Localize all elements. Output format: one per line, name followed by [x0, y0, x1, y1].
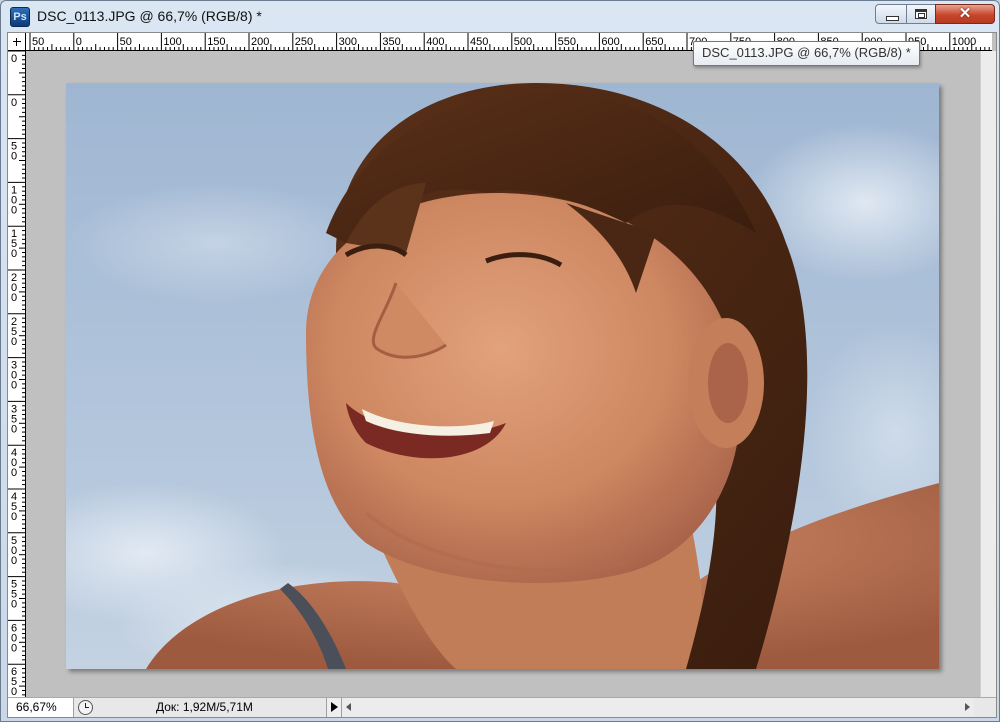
- ruler-label-digit: 0: [11, 423, 17, 435]
- ruler-label: 400: [426, 36, 444, 48]
- ruler-label-digit: 0: [11, 642, 17, 654]
- ruler-label: 650: [11, 666, 17, 697]
- photo-canvas[interactable]: [66, 83, 939, 669]
- ruler-label-digit: 0: [11, 336, 17, 348]
- ruler-label-digit: 0: [11, 380, 17, 392]
- ruler-label: 50: [32, 36, 44, 48]
- ruler-label: 450: [11, 491, 17, 523]
- scroll-left-arrow-icon[interactable]: [346, 703, 351, 711]
- ruler-label-digit: 0: [11, 555, 17, 567]
- ruler-label: 550: [11, 579, 17, 611]
- vertical-ruler[interactable]: 0050100150200250300350400450500550600650: [8, 51, 26, 697]
- document-window: Ps DSC_0113.JPG @ 66,7% (RGB/8) * ✕ 50 0 5…: [0, 0, 1000, 722]
- ruler-label: 150: [207, 36, 225, 48]
- clock-icon[interactable]: [78, 700, 93, 715]
- ruler-label: 50: [11, 141, 17, 163]
- ruler-label: 600: [11, 622, 17, 654]
- vertical-scrollbar[interactable]: [980, 51, 996, 697]
- restore-icon: [915, 9, 927, 19]
- minimize-icon: [886, 16, 899, 21]
- ruler-label: 400: [11, 447, 17, 479]
- ruler-label-digit: 0: [11, 204, 17, 216]
- ruler-label: 0: [76, 36, 82, 48]
- ruler-label: 150: [11, 228, 17, 260]
- document-area: 50 0 50 100 150 200 250 300 350 400 450 500 550 600 65…: [7, 32, 997, 718]
- ruler-label-digit: 0: [11, 97, 17, 109]
- ruler-label-digit: 0: [11, 53, 17, 65]
- ruler-label-digit: 0: [11, 599, 17, 611]
- ruler-label-digit: 0: [11, 467, 17, 479]
- minimize-button[interactable]: [875, 4, 907, 24]
- ruler-label: 200: [11, 272, 17, 304]
- ruler-label-digit: 0: [11, 151, 17, 163]
- photoshop-icon[interactable]: Ps: [10, 7, 30, 27]
- ruler-label: 300: [339, 36, 357, 48]
- document-size-info: Док: 1,92M/5,71M: [156, 700, 253, 714]
- ruler-label: 350: [11, 403, 17, 435]
- ruler-label-digit: 0: [11, 248, 17, 260]
- zoom-level-field[interactable]: 66,67%: [8, 698, 74, 717]
- ruler-label: 200: [251, 36, 269, 48]
- status-bar: 66,67% Док: 1,92M/5,71M: [8, 697, 996, 717]
- ruler-label: 300: [11, 360, 17, 392]
- ruler-label: 650: [645, 36, 663, 48]
- ruler-label: 0: [11, 97, 17, 109]
- ruler-label-digit: 0: [11, 686, 17, 697]
- ruler-label: 500: [11, 535, 17, 567]
- ruler-label-digit: 0: [11, 511, 17, 523]
- ruler-label: 100: [163, 36, 181, 48]
- ruler-label: 100: [11, 184, 17, 216]
- title-bar[interactable]: Ps DSC_0113.JPG @ 66,7% (RGB/8) * ✕: [1, 1, 999, 33]
- ruler-label: 1000: [952, 36, 976, 48]
- window-title: DSC_0113.JPG @ 66,7% (RGB/8) *: [37, 8, 262, 24]
- ruler-label: 450: [470, 36, 488, 48]
- horizontal-scrollbar[interactable]: [342, 698, 974, 717]
- ruler-label: 350: [382, 36, 400, 48]
- ruler-label: 250: [295, 36, 313, 48]
- title-tooltip: DSC_0113.JPG @ 66,7% (RGB/8) *: [693, 41, 920, 66]
- window-controls: ✕: [875, 4, 995, 26]
- ruler-label: 0: [11, 53, 17, 65]
- ruler-label-digit: 0: [11, 292, 17, 304]
- scroll-right-arrow-icon[interactable]: [965, 703, 970, 711]
- ruler-label: 600: [601, 36, 619, 48]
- ruler-label: 50: [120, 36, 132, 48]
- close-button[interactable]: ✕: [935, 4, 995, 24]
- close-icon: ✕: [958, 5, 972, 22]
- status-menu-arrow-button[interactable]: [326, 698, 342, 717]
- ruler-label: 250: [11, 316, 17, 348]
- restore-button[interactable]: [906, 4, 936, 24]
- ruler-label: 550: [558, 36, 576, 48]
- ruler-origin[interactable]: [8, 33, 26, 51]
- ruler-label: 500: [514, 36, 532, 48]
